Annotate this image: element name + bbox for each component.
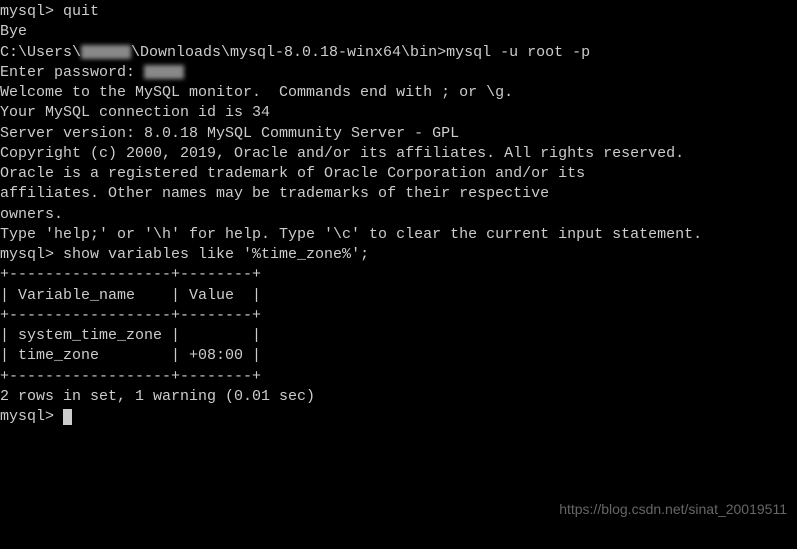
terminal-line: mysql> quit xyxy=(0,2,797,22)
show-variables-command: show variables like '%time_zone%'; xyxy=(63,246,369,263)
mysql-prompt: mysql> xyxy=(0,408,63,425)
result-summary: 2 rows in set, 1 warning (0.01 sec) xyxy=(0,387,797,407)
terminal-line: Welcome to the MySQL monitor. Commands e… xyxy=(0,83,797,103)
watermark: https://blog.csdn.net/sinat_20019511 xyxy=(559,500,787,519)
mysql-prompt: mysql> xyxy=(0,246,63,263)
table-border: +------------------+--------+ xyxy=(0,265,797,285)
terminal-line: C:\Users\ \Downloads\mysql-8.0.18-winx64\… xyxy=(0,43,797,63)
quit-command: quit xyxy=(63,3,99,20)
terminal-line: affiliates. Other names may be trademark… xyxy=(0,184,797,204)
table-header: | Variable_name | Value | xyxy=(0,286,797,306)
redacted-user xyxy=(81,45,131,59)
terminal-line: owners. xyxy=(0,205,797,225)
cursor xyxy=(63,409,72,425)
terminal-line: Enter password: xyxy=(0,63,797,83)
terminal-input-line[interactable]: mysql> xyxy=(0,407,797,427)
terminal-line: Your MySQL connection id is 34 xyxy=(0,103,797,123)
shell-path: C:\Users\ xyxy=(0,44,81,61)
mysql-prompt: mysql> xyxy=(0,3,63,20)
password-prompt: Enter password: xyxy=(0,64,144,81)
table-border: +------------------+--------+ xyxy=(0,306,797,326)
table-row: | time_zone | +08:00 | xyxy=(0,346,797,366)
terminal-line: Bye xyxy=(0,22,797,42)
mysql-login-command: mysql -u root -p xyxy=(446,44,590,61)
terminal-line: Copyright (c) 2000, 2019, Oracle and/or … xyxy=(0,144,797,164)
table-row: | system_time_zone | | xyxy=(0,326,797,346)
table-border: +------------------+--------+ xyxy=(0,367,797,387)
terminal-line: Oracle is a registered trademark of Orac… xyxy=(0,164,797,184)
terminal-line: Type 'help;' or '\h' for help. Type '\c'… xyxy=(0,225,797,245)
terminal-line: mysql> show variables like '%time_zone%'… xyxy=(0,245,797,265)
terminal-line: Server version: 8.0.18 MySQL Community S… xyxy=(0,124,797,144)
redacted-password xyxy=(144,65,184,79)
shell-path-rest: \Downloads\mysql-8.0.18-winx64\bin> xyxy=(131,44,446,61)
